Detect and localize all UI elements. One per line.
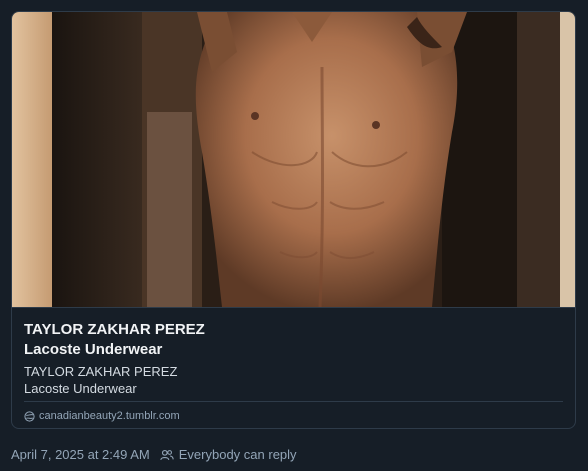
meta-divider	[24, 401, 563, 402]
thumbnail-separator	[12, 307, 575, 308]
link-description-line-2: Lacoste Underwear	[24, 381, 137, 396]
reply-setting-text: Everybody can reply	[178, 447, 297, 462]
post-timestamp[interactable]: April 7, 2025 at 2:49 AM	[11, 446, 150, 464]
link-domain[interactable]: canadianbeauty2.tumblr.com	[24, 409, 180, 423]
globe-icon	[24, 410, 35, 422]
thumbnail-photo	[12, 12, 575, 307]
link-title-line-1: TAYLOR ZAKHAR PEREZ	[24, 321, 205, 338]
link-description: TAYLOR ZAKHAR PEREZ Lacoste Underwear	[24, 363, 563, 397]
preview-thumbnail[interactable]	[12, 12, 575, 307]
link-title-line-2: Lacoste Underwear	[24, 341, 163, 358]
post-footer: April 7, 2025 at 2:49 AM Everybody can r…	[11, 446, 297, 464]
link-preview-card[interactable]: TAYLOR ZAKHAR PEREZ Lacoste Underwear TA…	[11, 11, 576, 429]
link-description-line-1: TAYLOR ZAKHAR PEREZ	[24, 364, 178, 379]
reply-setting[interactable]: Everybody can reply	[160, 446, 297, 464]
link-title[interactable]: TAYLOR ZAKHAR PEREZ Lacoste Underwear	[24, 320, 563, 360]
link-preview-meta: TAYLOR ZAKHAR PEREZ Lacoste Underwear TA…	[24, 320, 563, 397]
link-domain-text: canadianbeauty2.tumblr.com	[39, 410, 180, 422]
people-icon	[160, 449, 174, 460]
